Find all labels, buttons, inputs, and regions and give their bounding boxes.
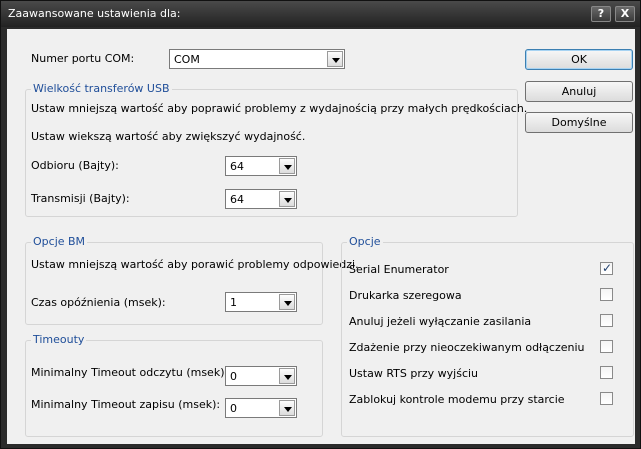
option-checkbox-serial-enumerator[interactable] <box>600 261 613 275</box>
chevron-down-icon[interactable] <box>279 294 295 310</box>
chevron-down-icon[interactable] <box>279 400 295 416</box>
close-button[interactable]: X <box>615 6 635 22</box>
cancel-button[interactable]: Anuluj <box>525 81 633 102</box>
timeouts-group: Timeouty <box>25 333 323 437</box>
option-checkbox-disable-modem-ctrl[interactable] <box>600 392 613 405</box>
bm-options-group: Opcje BM <box>25 235 323 325</box>
help-button[interactable]: ? <box>591 6 611 22</box>
option-label: Zdażenie przy nieoczekiwanym odłączeniu <box>349 341 585 354</box>
com-port-value: COM <box>174 53 200 66</box>
usb-group-title: Wielkość transferów USB <box>31 82 172 95</box>
option-label: Drukarka szeregowa <box>349 289 462 302</box>
defaults-button[interactable]: Domyślne <box>525 112 633 133</box>
latency-label: Czas opóźnienia (msek): <box>31 296 166 309</box>
com-port-label: Numer portu COM: <box>31 52 135 65</box>
title-bar[interactable]: Zaawansowane ustawienia dla: ? X <box>1 1 640 27</box>
option-label: Anuluj jeżeli wyłączanie zasilania <box>349 315 532 328</box>
write-timeout-select[interactable]: 0 <box>225 398 297 418</box>
usb-hint-large: Ustaw wiekszą wartość aby zwiększyć wyda… <box>31 130 306 143</box>
write-timeout-value: 0 <box>230 402 237 415</box>
transmit-label: Transmisji (Bajty): <box>31 192 130 205</box>
com-port-select[interactable]: COM <box>169 49 345 69</box>
chevron-down-icon[interactable] <box>279 158 295 174</box>
dialog-client-area: Numer portu COM: COM Wielkość transferów… <box>7 29 635 444</box>
write-timeout-label: Minimalny Timeout zapisu (msek): <box>31 398 221 411</box>
option-checkbox-serial-printer[interactable] <box>600 288 613 301</box>
read-timeout-value: 0 <box>230 370 237 383</box>
bm-group-title: Opcje BM <box>31 235 88 248</box>
option-label: Serial Enumerator <box>349 263 449 276</box>
option-label: Zablokuj kontrole modemu przy starcie <box>349 393 565 406</box>
read-timeout-select[interactable]: 0 <box>225 366 297 386</box>
window-title: Zaawansowane ustawienia dla: <box>8 7 181 20</box>
option-checkbox-cancel-on-power-off[interactable] <box>600 314 613 327</box>
usb-hint-small: Ustaw mniejszą wartość aby poprawić prob… <box>31 102 528 115</box>
options-group-title: Opcje <box>347 235 383 248</box>
receive-size-select[interactable]: 64 <box>225 156 297 176</box>
latency-value: 1 <box>230 296 237 309</box>
timeouts-group-title: Timeouty <box>31 333 87 346</box>
latency-select[interactable]: 1 <box>225 292 297 312</box>
option-label: Ustaw RTS przy wyjściu <box>349 367 479 380</box>
receive-label: Odbioru (Bajty): <box>31 159 119 172</box>
option-checkbox-set-rts-on-close[interactable] <box>600 366 613 379</box>
transmit-size-value: 64 <box>230 193 244 206</box>
bm-hint: Ustaw mniejszą wartość aby porawić probl… <box>31 258 359 271</box>
chevron-down-icon[interactable] <box>279 368 295 384</box>
dialog-window: Zaawansowane ustawienia dla: ? X Numer p… <box>0 0 641 449</box>
read-timeout-label: Minimalny Timeout odczytu (msek): <box>31 366 229 379</box>
transmit-size-select[interactable]: 64 <box>225 189 297 209</box>
chevron-down-icon[interactable] <box>279 191 295 207</box>
option-checkbox-surprise-removal[interactable] <box>600 340 613 353</box>
chevron-down-icon[interactable] <box>327 51 343 67</box>
receive-size-value: 64 <box>230 160 244 173</box>
ok-button[interactable]: OK <box>525 49 633 70</box>
